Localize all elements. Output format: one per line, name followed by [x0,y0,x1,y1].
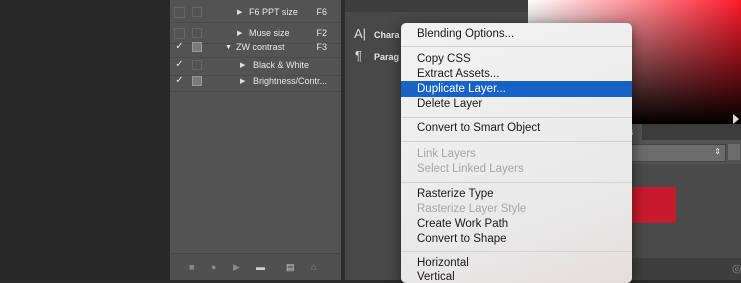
actions-panel: ▶ F6 PPT size F6 ▶ Muse size F2 ✓ ▼ ZW c… [170,0,342,280]
paragraph-icon[interactable]: ¶ [355,48,362,63]
color-swatch[interactable] [628,187,676,223]
stop-icon[interactable]: ■ [189,262,194,272]
menu-item-copy-css[interactable]: Copy CSS [401,51,632,67]
dialog-toggle[interactable] [192,7,202,17]
character-icon[interactable]: A| [354,26,366,41]
dialog-toggle[interactable] [192,60,202,70]
record-icon[interactable]: ● [211,262,216,272]
play-icon[interactable]: ▶ [233,262,240,273]
grid-view-button[interactable] [728,144,740,160]
picker-slider-arrow-icon[interactable] [733,114,739,124]
actions-footer-toolbar: ■ ● ▶ ▬ ▤ ⌂ [170,253,341,280]
paragraph-panel-label[interactable]: Parag [374,52,399,62]
menu-item-create-work-path[interactable]: Create Work Path [401,216,632,232]
panel-topbar [345,0,528,12]
menu-item-duplicate-layer[interactable]: Duplicate Layer... [401,81,632,97]
menu-item-extract-assets[interactable]: Extract Assets... [401,66,632,82]
trash-icon[interactable]: ⌂ [311,262,316,272]
expand-triangle-icon[interactable]: ▶ [237,8,242,16]
menu-item-convert-to-shape[interactable]: Convert to Shape [401,231,632,247]
action-label: Black & White [253,60,310,70]
collapse-triangle-icon[interactable]: ▼ [225,44,232,51]
menu-item-rasterize-layer-style: Rasterize Layer Style [417,203,527,215]
dialog-toggle[interactable] [192,76,202,86]
menu-separator [401,46,632,47]
new-set-folder-icon[interactable]: ▬ [256,262,265,272]
checkmark-icon[interactable]: ✓ [174,59,185,70]
layer-context-menu: Blending Options... Copy CSS Extract Ass… [401,23,632,283]
menu-item-select-linked-layers: Select Linked Layers [417,163,524,175]
action-shortcut: F6 [316,7,327,17]
action-label: ZW contrast [236,42,285,52]
menu-item-delete-layer[interactable]: Delete Layer [401,96,632,112]
menu-separator [401,141,632,142]
menu-item-vertical[interactable]: Vertical [401,269,632,283]
action-row-brightness-contrast[interactable]: ✓ ▶ Brightness/Contr... [170,71,341,92]
action-label: F6 PPT size [249,7,298,17]
menu-item-convert-to-smart-object[interactable]: Convert to Smart Object [401,120,632,136]
left-canvas-area [0,0,170,280]
link-icon[interactable]: ◎ [732,262,741,275]
expand-triangle-icon[interactable]: ▶ [237,29,242,37]
checkmark-icon[interactable]: ✓ [174,75,185,86]
select-arrows-icon: ⇕ [714,147,721,156]
checkmark-icon[interactable]: ✓ [174,41,185,52]
expand-triangle-icon[interactable]: ▶ [240,77,245,85]
menu-item-blending-options[interactable]: Blending Options... [401,26,632,42]
expand-triangle-icon[interactable]: ▶ [240,61,245,69]
action-row-f6-ppt-size[interactable]: ▶ F6 PPT size F6 [170,2,341,23]
menu-separator [401,117,632,118]
dialog-toggle[interactable] [192,42,202,52]
action-label: Brightness/Contr... [253,76,328,86]
menu-item-link-layers: Link Layers [417,148,476,160]
toggle-checkbox[interactable] [174,7,185,18]
action-shortcut: F3 [316,42,327,52]
new-action-icon[interactable]: ▤ [286,262,295,273]
panel-bottom-strip [628,258,741,280]
preset-select[interactable]: ⇕ [628,144,726,162]
character-panel-label[interactable]: Chara [374,30,400,40]
menu-separator [401,182,632,183]
menu-separator [401,251,632,252]
menu-item-rasterize-type[interactable]: Rasterize Type [401,186,632,202]
